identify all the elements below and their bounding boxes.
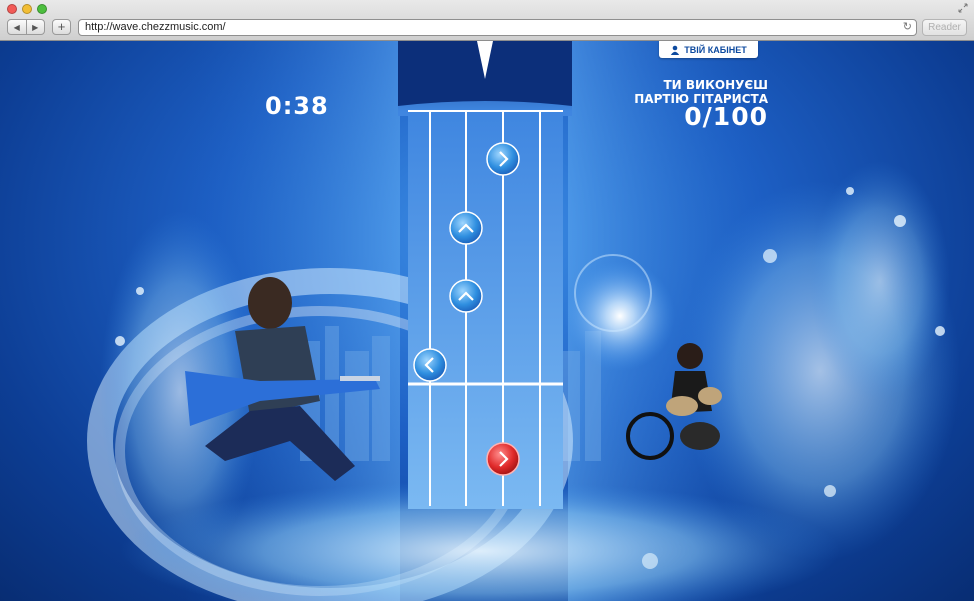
game-stage: 0:38 ТВІЙ КАБІНЕТ ТИ ВИКОНУЄШ ПАРТІЮ ГІТ… [0, 41, 974, 601]
cabinet-label: ТВІЙ КАБІНЕТ [684, 44, 747, 55]
url-text: http://wave.chezzmusic.com/ [85, 21, 226, 33]
back-button[interactable]: ◀ [8, 20, 26, 34]
note-chevron-left[interactable] [413, 348, 447, 382]
address-bar[interactable]: http://wave.chezzmusic.com/ ↻ [78, 19, 917, 36]
add-bookmark-button[interactable]: + [52, 19, 71, 35]
back-forward-group: ◀ ▶ [7, 19, 45, 35]
note-chevron-up-2[interactable] [449, 279, 483, 313]
reader-button[interactable]: Reader [922, 19, 967, 36]
zoom-window-button[interactable] [37, 4, 47, 14]
light-flare [565, 261, 675, 371]
note-chevron-right-red[interactable] [486, 442, 520, 476]
reload-icon[interactable]: ↻ [903, 20, 912, 35]
your-cabinet-button[interactable]: ТВІЙ КАБІНЕТ [659, 41, 758, 58]
role-text-line1: ТИ ВИКОНУЄШ [663, 78, 768, 92]
game-timer: 0:38 [265, 92, 329, 120]
close-window-button[interactable] [7, 4, 17, 14]
fullscreen-icon[interactable] [958, 3, 968, 13]
user-icon [671, 45, 680, 55]
score-counter: 0/100 [684, 102, 768, 131]
note-chevron-right[interactable] [486, 142, 520, 176]
forward-button[interactable]: ▶ [25, 20, 45, 34]
browser-toolbar: ◀ ▶ + http://wave.chezzmusic.com/ ↻ Read… [0, 0, 974, 41]
minimize-window-button[interactable] [22, 4, 32, 14]
note-chevron-up-1[interactable] [449, 211, 483, 245]
game-scene [87, 41, 960, 601]
